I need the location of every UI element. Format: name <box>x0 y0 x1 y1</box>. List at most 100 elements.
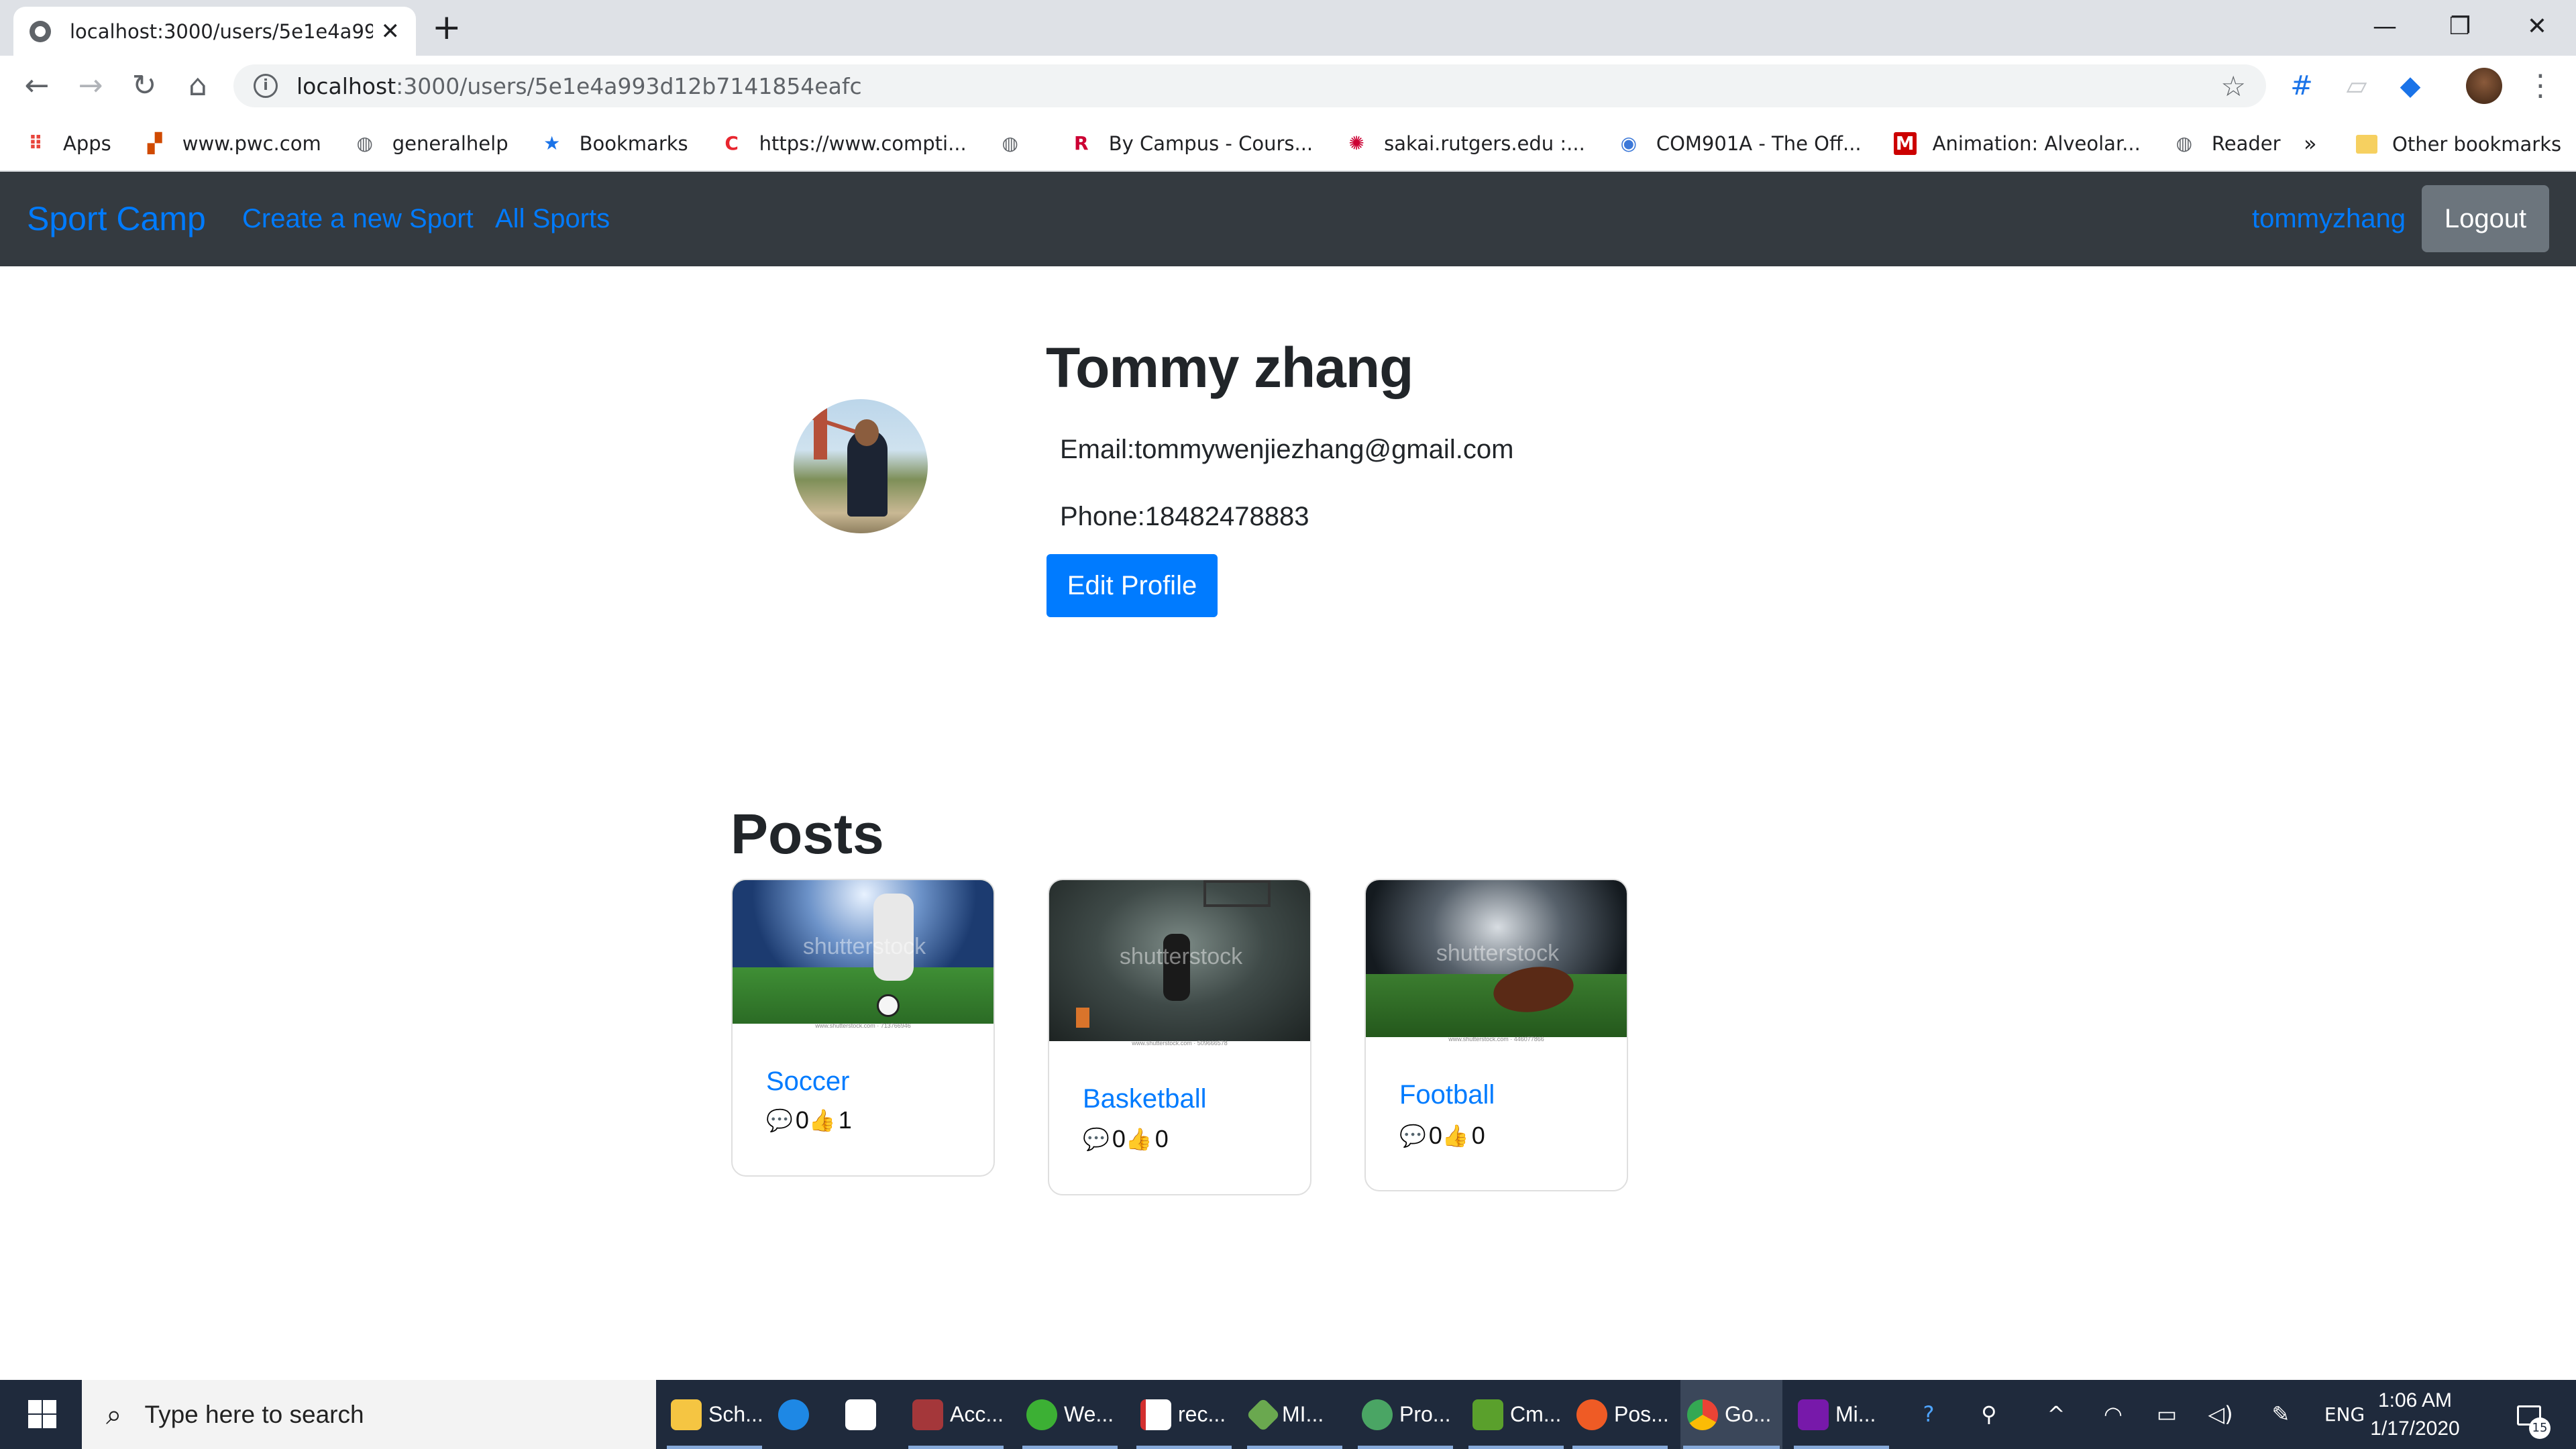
taskbar-app-cmd[interactable]: Cm... <box>1466 1380 1566 1449</box>
taskbar-app-label: Pro... <box>1399 1402 1451 1426</box>
start-button[interactable] <box>0 1380 80 1449</box>
home-icon[interactable]: ⌂ <box>174 56 221 116</box>
taskbar-app-wechat[interactable]: We... <box>1020 1380 1120 1449</box>
bookmark-label: Apps <box>63 131 111 155</box>
search-placeholder: Type here to search <box>144 1400 364 1428</box>
url-text[interactable]: localhost:3000/users/5e1e4a993d12b714185… <box>297 73 2220 99</box>
extension-grid-icon[interactable]: # <box>2284 68 2320 104</box>
bookmark-reader[interactable]: ◍ Reader <box>2173 132 2281 155</box>
logout-button[interactable]: Logout <box>2422 185 2549 252</box>
taskbar-app-pdf[interactable]: rec... <box>1134 1380 1234 1449</box>
people-icon[interactable]: ⚲ <box>1969 1380 2009 1449</box>
post-card-basketball[interactable]: shutterstock www.shutterstock.com · 5096… <box>1048 879 1311 1195</box>
taskbar-app-label: Pos... <box>1614 1402 1669 1426</box>
post-title[interactable]: Basketball <box>1083 1084 1207 1114</box>
access-icon <box>912 1399 943 1430</box>
post-card-soccer[interactable]: shutterstock www.shutterstock.com · 7137… <box>731 879 995 1177</box>
search-icon: ⌕ <box>106 1397 122 1431</box>
bookmark-com901a[interactable]: ◉ COM901A - The Off... <box>1617 132 1862 155</box>
taskbar-app-ml[interactable]: MI... <box>1244 1380 1345 1449</box>
new-tab-button[interactable]: + <box>432 4 462 51</box>
url-host: localhost <box>297 72 396 99</box>
all-sports-link[interactable]: All Sports <box>495 172 610 266</box>
taskbar-app-postman[interactable]: Pos... <box>1570 1380 1670 1449</box>
bookmark-bookmarks[interactable]: ★ Bookmarks <box>541 132 688 155</box>
taskbar-app-edge[interactable] <box>771 1380 832 1449</box>
post-title[interactable]: Soccer <box>766 1067 850 1097</box>
bookmark-label: sakai.rutgers.edu :... <box>1384 131 1585 155</box>
brand-link[interactable]: Sport Camp <box>27 172 206 266</box>
bookmark-pwc[interactable]: ▞ www.pwc.com <box>144 132 321 155</box>
address-bar[interactable]: i localhost:3000/users/5e1e4a993d12b7141… <box>233 64 2266 107</box>
username-link[interactable]: tommyzhang <box>2252 172 2406 266</box>
profile-avatar-image <box>794 399 928 533</box>
bookmark-animation[interactable]: M Animation: Alveolar... <box>1893 131 2141 155</box>
bookmark-bycampus[interactable]: R By Campus - Cours... <box>1070 132 1313 155</box>
extension-icon[interactable]: ▱ <box>2339 68 2375 104</box>
like-count: 0 <box>1155 1125 1169 1152</box>
tab-title: localhost:3000/users/5e1e4a993d12b714185… <box>70 19 373 43</box>
browser-tab[interactable]: localhost:3000/users/5e1e4a993d12b714185… <box>13 7 416 56</box>
edge-icon <box>778 1399 809 1430</box>
windows-taskbar: ⌕ Type here to search Sch... Acc... We..… <box>0 1380 2576 1449</box>
apps-grid-icon: ⠿ <box>28 131 43 154</box>
help-icon[interactable]: ? <box>1909 1380 1949 1449</box>
reload-icon[interactable]: ↻ <box>121 56 168 116</box>
post-title[interactable]: Football <box>1399 1080 1495 1110</box>
bookmarks-overflow-icon[interactable]: » <box>2304 116 2317 172</box>
image-caption: www.shutterstock.com · 446077866 <box>1448 1036 1544 1042</box>
bookmark-star-icon[interactable]: ☆ <box>2220 70 2246 103</box>
edit-profile-button[interactable]: Edit Profile <box>1046 554 1218 617</box>
watermark: shutterstock <box>802 934 926 959</box>
restore-button[interactable]: ❐ <box>2440 7 2480 47</box>
bookmark-sakai[interactable]: ✺ sakai.rutgers.edu :... <box>1345 132 1585 155</box>
create-sport-link[interactable]: Create a new Sport <box>242 172 474 266</box>
window-close-button[interactable]: ✕ <box>2517 7 2557 47</box>
bookmark-comptia[interactable]: Chttps://www.compti... <box>720 132 966 155</box>
other-bookmarks[interactable]: Other bookmarks <box>2356 116 2561 172</box>
post-stats: 💬 0 👍 0 <box>1083 1125 1169 1153</box>
bookmark-label: Reader <box>2211 131 2281 155</box>
pwc-icon: ▞ <box>147 131 162 154</box>
bookmark-apps[interactable]: ⠿ Apps <box>24 132 111 155</box>
extension-cap-icon[interactable]: ◆ <box>2392 68 2428 104</box>
volume-icon[interactable]: ◁) <box>2200 1380 2241 1449</box>
thumbs-up-icon: 👍 <box>808 1108 836 1132</box>
pen-icon[interactable]: ✎ <box>2261 1380 2301 1449</box>
minimize-button[interactable]: — <box>2365 7 2405 47</box>
system-clock[interactable]: 1:06 AM 1/17/2020 <box>2361 1387 2469 1443</box>
thumbs-up-icon: 👍 <box>1125 1127 1152 1151</box>
taskbar-search[interactable]: ⌕ Type here to search <box>82 1380 656 1449</box>
comment-count: 0 <box>1112 1125 1126 1152</box>
battery-icon[interactable]: ▭ <box>2147 1380 2187 1449</box>
forward-arrow-icon[interactable]: → <box>67 56 114 116</box>
profile-avatar[interactable] <box>2466 68 2502 104</box>
back-arrow-icon[interactable]: ← <box>13 56 60 116</box>
bookmark-globe[interactable]: ◍ <box>999 132 1038 155</box>
post-card-football[interactable]: shutterstock www.shutterstock.com · 4460… <box>1364 879 1628 1191</box>
network-icon[interactable]: ◠ <box>2093 1380 2133 1449</box>
rutgers-icon: R <box>1073 131 1089 154</box>
taskbar-app-label: Acc... <box>950 1402 1004 1426</box>
bookmark-label: www.pwc.com <box>182 131 321 155</box>
sakai-icon: ✺ <box>1348 131 1364 154</box>
bookmark-generalhelp[interactable]: ◍ generalhelp <box>354 132 508 155</box>
taskbar-app-onenote[interactable]: Mi... <box>1791 1380 1892 1449</box>
posts-heading: Posts <box>731 802 884 865</box>
postman-icon <box>1576 1399 1607 1430</box>
bookmark-label: Animation: Alveolar... <box>1932 131 2141 155</box>
close-tab-icon[interactable]: ✕ <box>381 18 400 45</box>
info-icon[interactable]: i <box>254 74 278 98</box>
taskbar-app-mail[interactable] <box>839 1380 899 1449</box>
taskbar-app-chrome[interactable]: Go... <box>1680 1380 1782 1449</box>
taskbar-app-label: Cm... <box>1510 1402 1562 1426</box>
clock-time: 1:06 AM <box>2377 1389 2453 1411</box>
show-hidden-icons[interactable]: ^ <box>2036 1380 2076 1449</box>
taskbar-app-access[interactable]: Acc... <box>906 1380 1006 1449</box>
action-center-icon[interactable]: 15 <box>2502 1380 2556 1449</box>
chrome-menu-icon[interactable]: ⋮ <box>2522 68 2559 104</box>
comment-count: 0 <box>795 1106 809 1134</box>
taskbar-app-prototype[interactable]: Pro... <box>1355 1380 1456 1449</box>
taskbar-app-explorer[interactable]: Sch... <box>664 1380 765 1449</box>
bookmarks-bar: ⠿ Apps ▞ www.pwc.com ◍ generalhelp ★ Bookmar… <box>0 116 2576 172</box>
